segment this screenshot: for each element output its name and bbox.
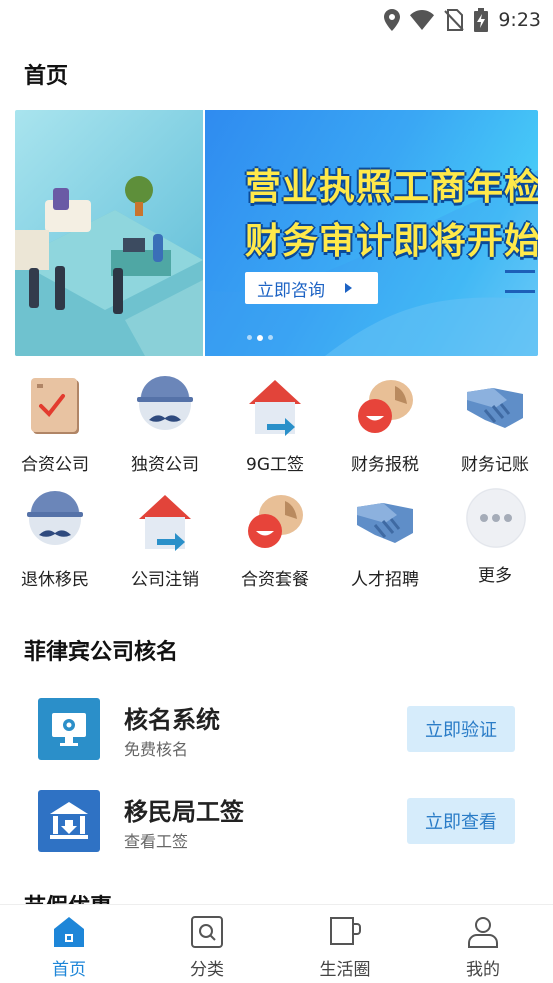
nav-label: 生活圈: [319, 960, 371, 980]
nav-label: 我的: [466, 960, 500, 980]
page-title: 首页: [24, 64, 69, 89]
section-title: 菲律宾公司核名: [24, 640, 179, 665]
menu-item-9g-visa[interactable]: 9G工签: [220, 372, 330, 482]
verify-now-button[interactable]: 立即验证: [407, 706, 515, 752]
mustache-face-icon: [135, 376, 195, 436]
service-title: 核名系统: [124, 706, 220, 734]
clipboard-check-icon: [25, 376, 85, 436]
wifi-icon: [410, 10, 435, 30]
banner-pagination: [247, 334, 273, 341]
no-sim-icon: [444, 9, 465, 31]
handshake-icon: [465, 376, 525, 436]
pagination-dot[interactable]: [268, 335, 273, 340]
menu-item-label: 财务记账: [461, 455, 529, 475]
menu-item-label: 财务报税: [351, 455, 419, 475]
talk-face-icon: [245, 491, 305, 551]
pagination-dot[interactable]: [247, 335, 252, 340]
menu-item-retirement-immigration[interactable]: 退休移民: [0, 487, 110, 597]
banner-headline-line2: 财务审计即将开始: [245, 221, 538, 262]
menu-item-label: 公司注销: [131, 570, 199, 590]
play-arrow-icon: [345, 283, 352, 293]
home-icon: [52, 915, 86, 949]
user-icon: [466, 915, 500, 949]
nav-tab-mine[interactable]: 我的: [414, 905, 552, 983]
service-title: 移民局工签: [124, 798, 244, 826]
menu-item-label: 合资公司: [21, 455, 89, 475]
menu-item-label: 独资公司: [131, 455, 199, 475]
more-dots-icon: [465, 487, 526, 548]
menu-item-more[interactable]: 更多: [440, 487, 550, 597]
battery-charging-icon: [474, 8, 489, 32]
menu-item-joint-company[interactable]: 合资公司: [0, 372, 110, 482]
menu-item-tax-filing[interactable]: 财务报税: [330, 372, 440, 482]
handshake-icon: [355, 491, 415, 551]
promo-banner[interactable]: 营业执照工商年检 财务审计即将开始 立即咨询: [15, 110, 538, 356]
menu-item-joint-package[interactable]: 合资套餐: [220, 487, 330, 597]
service-subtitle: 查看工签: [124, 832, 189, 851]
nav-tab-life-circle[interactable]: 生活圈: [276, 905, 414, 983]
talk-face-icon: [355, 376, 415, 436]
nav-tab-home[interactable]: 首页: [0, 905, 138, 983]
menu-item-bookkeeping[interactable]: 财务记账: [440, 372, 550, 482]
menu-item-sole-company[interactable]: 独资公司: [110, 372, 220, 482]
cup-icon: [328, 915, 362, 949]
status-bar: 9:23: [0, 0, 553, 40]
pagination-dot-active[interactable]: [257, 334, 263, 341]
nav-label: 分类: [190, 960, 224, 980]
service-subtitle: 免费核名: [124, 740, 189, 759]
menu-item-company-deregistration[interactable]: 公司注销: [110, 487, 220, 597]
clock-time: 9:23: [498, 9, 541, 31]
banner-slide: 营业执照工商年检 财务审计即将开始 立即咨询: [205, 110, 538, 356]
menu-item-label: 更多: [478, 566, 512, 586]
menu-item-label: 人才招聘: [351, 570, 419, 590]
service-row-name-check[interactable]: 核名系统 免费核名 立即验证: [0, 698, 553, 768]
monitor-gear-icon: [38, 698, 100, 760]
mustache-face-icon: [25, 491, 85, 551]
service-row-work-visa[interactable]: 移民局工签 查看工签 立即查看: [0, 790, 553, 860]
nav-tab-category[interactable]: 分类: [138, 905, 276, 983]
office-illustration: [15, 110, 203, 356]
house-arrow-icon: [245, 376, 305, 436]
view-now-button[interactable]: 立即查看: [407, 798, 515, 844]
next-section-title: 节假优惠: [24, 888, 112, 904]
banner-headline-line1: 营业执照工商年检: [245, 167, 538, 208]
house-arrow-icon: [135, 491, 195, 551]
menu-item-recruitment[interactable]: 人才招聘: [330, 487, 440, 597]
menu-item-label: 9G工签: [246, 455, 304, 475]
location-icon: [384, 9, 401, 31]
bottom-navigation: 首页 分类 生活圈 我的: [0, 904, 553, 983]
government-building-icon: [38, 790, 100, 852]
consult-now-label: 立即咨询: [257, 280, 325, 301]
nav-label: 首页: [52, 960, 86, 980]
consult-now-button[interactable]: 立即咨询: [245, 272, 378, 304]
category-search-icon: [190, 915, 224, 949]
menu-item-label: 退休移民: [21, 570, 89, 590]
menu-item-label: 合资套餐: [241, 570, 309, 590]
